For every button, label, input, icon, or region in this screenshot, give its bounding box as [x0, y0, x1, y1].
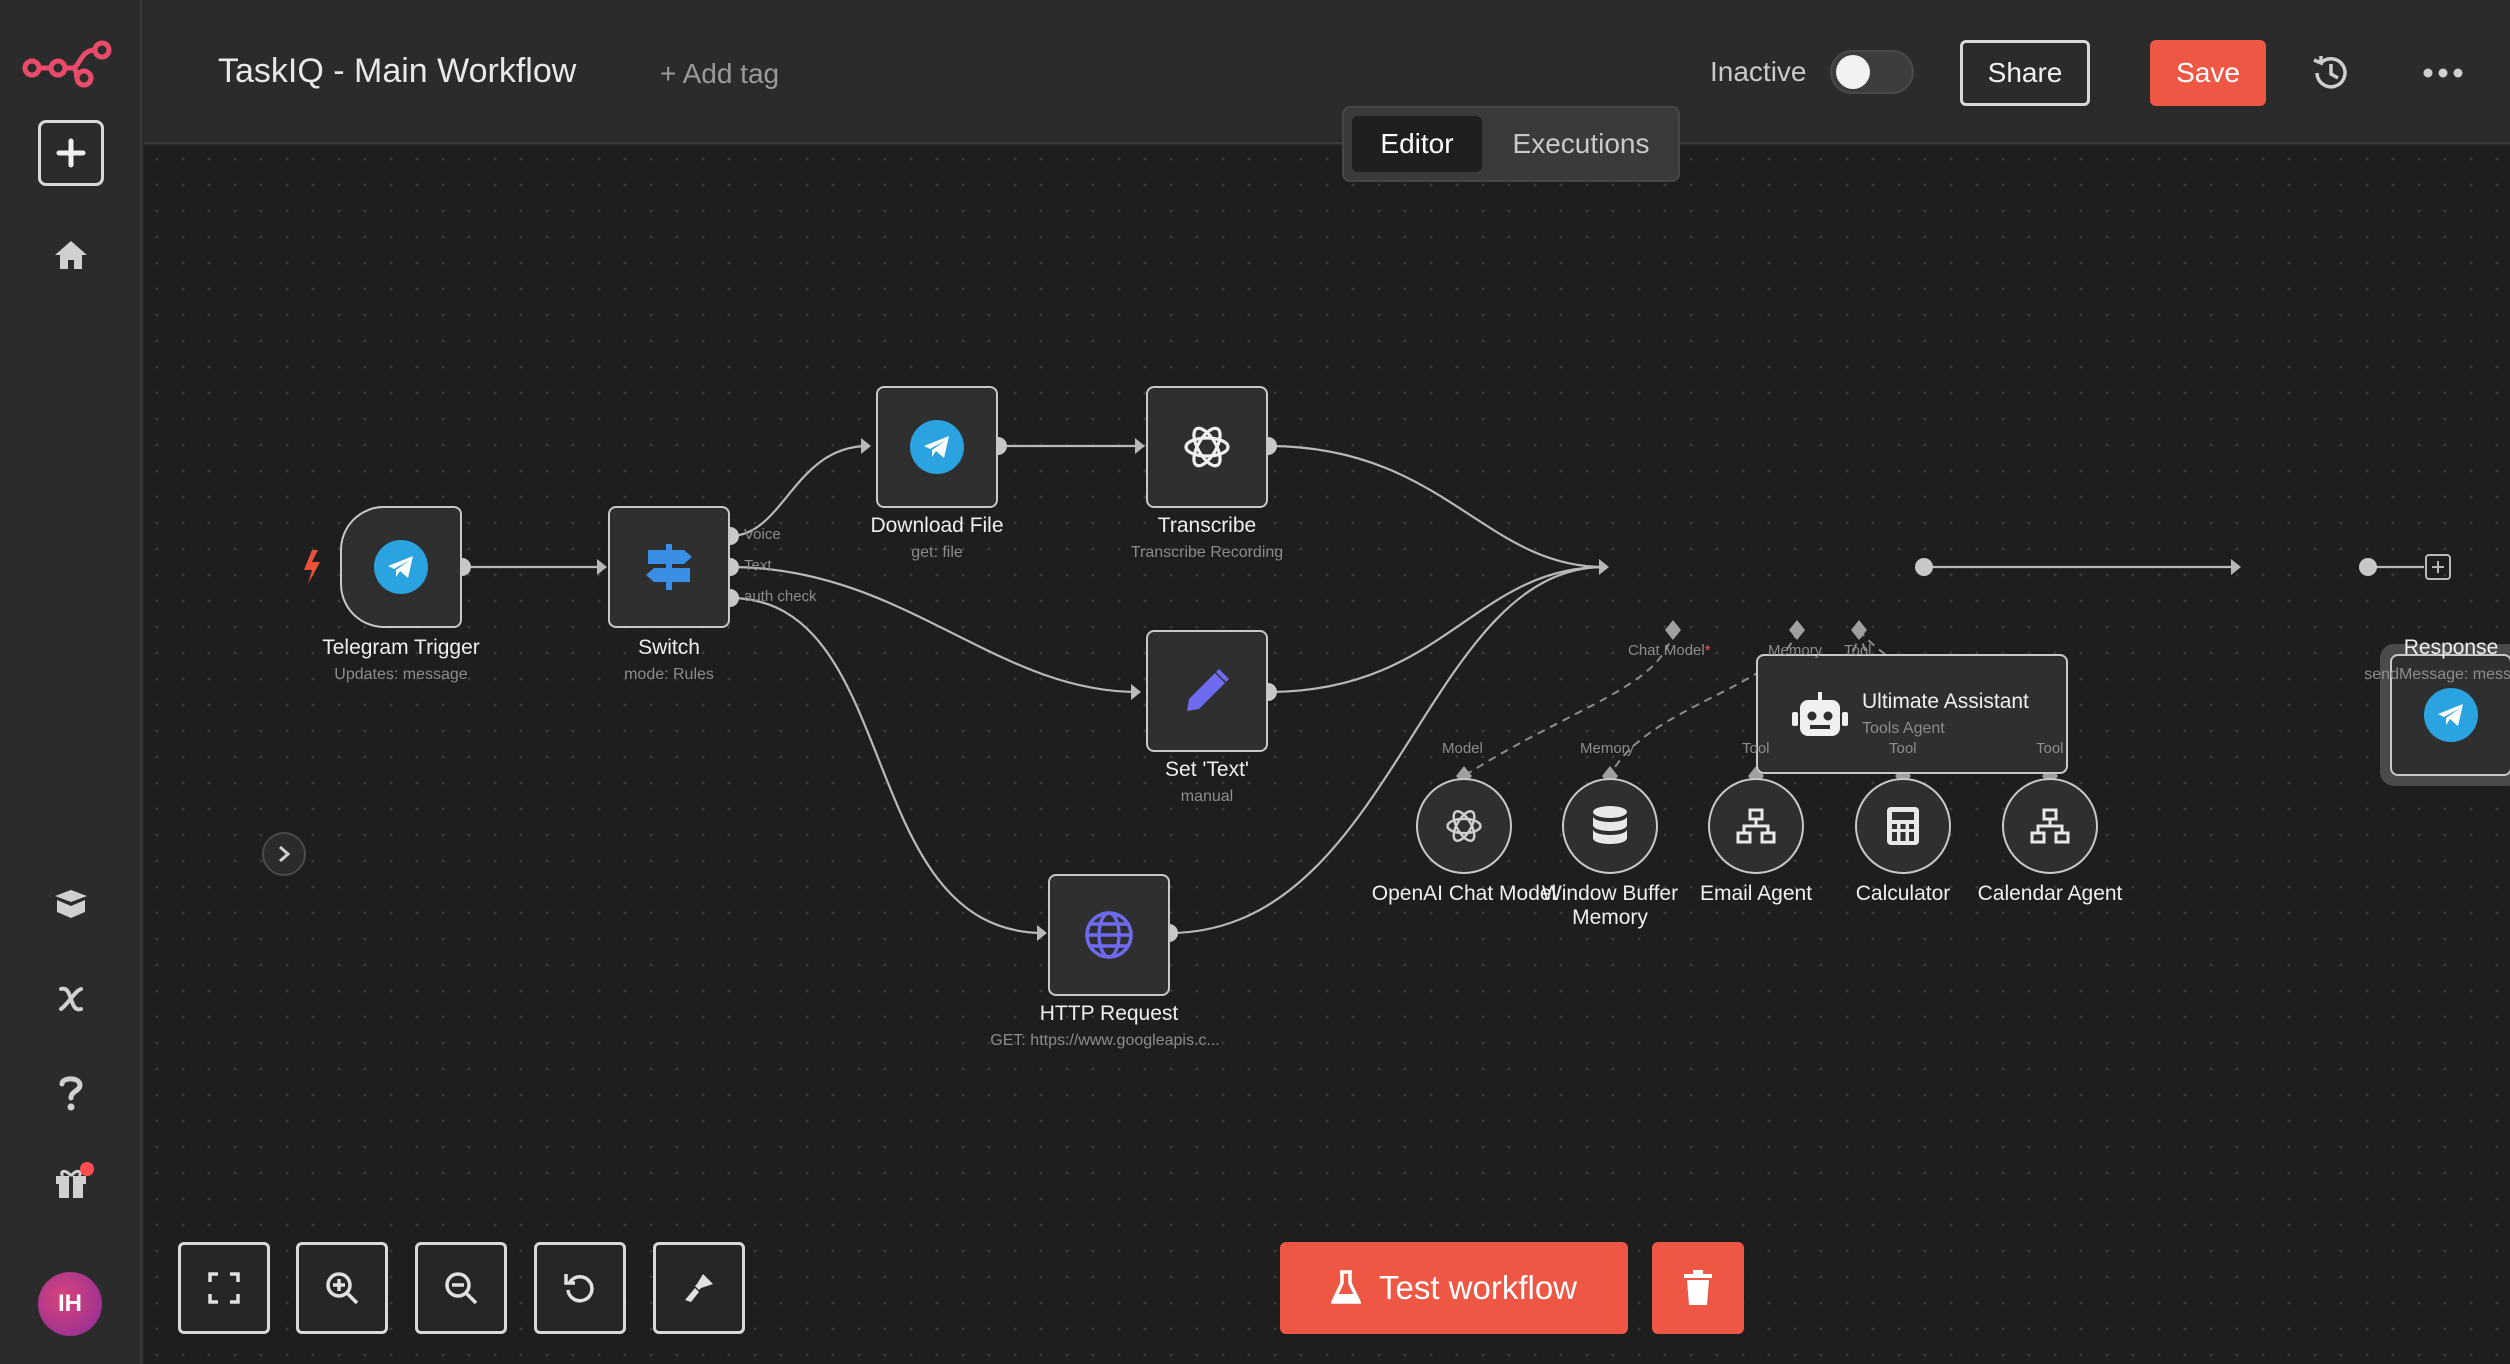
test-workflow-label: Test workflow [1378, 1269, 1578, 1306]
zoom-in-icon [326, 1272, 359, 1305]
telegram-icon [374, 540, 428, 594]
node-label: Email Agent [1699, 882, 1813, 905]
more-options-icon[interactable] [2418, 50, 2468, 96]
zoom-out-icon [445, 1272, 478, 1305]
http-request-node[interactable] [1048, 874, 1170, 996]
view-tabs: Editor Executions [1342, 106, 1680, 182]
node-label: Window Buffer Memory [1541, 882, 1679, 929]
test-workflow-button[interactable]: Test workflow [1280, 1242, 1628, 1334]
history-icon[interactable] [2308, 50, 2354, 96]
header: TaskIQ - Main Workflow + Add tag Inactiv… [144, 0, 2510, 144]
notification-dot [80, 1162, 94, 1176]
fit-view-icon [208, 1272, 240, 1304]
node-subtitle: Tools Agent [1862, 720, 1945, 737]
node-subtitle: Transcribe Recording [1130, 544, 1284, 561]
output-label-text: Text [744, 557, 772, 574]
node-subtitle: get: file [911, 544, 963, 561]
node-label: Set 'Text' [1165, 758, 1249, 781]
tidy-up-button[interactable] [653, 1242, 745, 1334]
output-label-auth-check: auth check [744, 588, 817, 605]
sidebar: IH [0, 0, 142, 1364]
active-toggle[interactable] [1830, 50, 1914, 94]
share-button[interactable]: Share [1960, 40, 2090, 106]
port-label-memory: Memory [1580, 740, 1635, 757]
node-label: Ultimate Assistant [1862, 690, 2029, 713]
output-label-voice: Voice [744, 526, 781, 543]
calendar-agent-node[interactable] [2002, 778, 2098, 874]
reset-zoom-button[interactable] [534, 1242, 626, 1334]
node-label: Download File [870, 514, 1004, 537]
calculator-icon [1887, 807, 1919, 845]
avatar[interactable]: IH [38, 1272, 102, 1336]
node-label: Calendar Agent [1977, 882, 2123, 905]
globe-icon [1085, 911, 1133, 959]
tab-editor[interactable]: Editor [1352, 116, 1482, 172]
active-status-label: Inactive [1710, 56, 1807, 87]
telegram-icon [2424, 688, 2478, 742]
input-label-tool: Tool [1844, 642, 1872, 659]
node-subtitle: manual [1180, 788, 1234, 805]
logo-icon[interactable] [22, 34, 114, 94]
reset-zoom-icon [564, 1274, 594, 1303]
input-label-memory: Memory [1768, 642, 1823, 659]
pencil-icon [1187, 669, 1229, 711]
sitemap-icon [1736, 808, 1776, 844]
transcribe-node[interactable] [1146, 386, 1268, 508]
node-subtitle: sendMessage: message [2364, 666, 2510, 683]
tidy-up-icon [685, 1274, 713, 1302]
gift-icon[interactable] [38, 1150, 104, 1216]
node-label: HTTP Request [1039, 1002, 1179, 1025]
signpost-icon [646, 544, 692, 590]
help-icon[interactable] [38, 1060, 104, 1126]
download-file-node[interactable] [876, 386, 998, 508]
templates-icon[interactable] [38, 870, 104, 936]
node-label: Telegram Trigger [322, 636, 480, 659]
clear-execution-button[interactable] [1652, 1242, 1744, 1334]
database-icon [1593, 806, 1627, 844]
node-subtitle: mode: Rules [624, 666, 714, 683]
telegram-icon [910, 420, 964, 474]
email-agent-node[interactable] [1708, 778, 1804, 874]
set-text-node[interactable] [1146, 630, 1268, 752]
node-subtitle: Updates: message [334, 666, 468, 683]
window-buffer-memory-node[interactable] [1562, 778, 1658, 874]
tab-executions[interactable]: Executions [1496, 116, 1666, 172]
port-label-tool: Tool [1742, 740, 1770, 757]
port-label-model: Model [1442, 740, 1483, 757]
openai-chat-model-node[interactable] [1416, 778, 1512, 874]
home-icon[interactable] [38, 222, 104, 288]
sitemap-icon [2030, 808, 2070, 844]
zoom-in-button[interactable] [296, 1242, 388, 1334]
trash-icon [1684, 1270, 1712, 1305]
calculator-node[interactable] [1855, 778, 1951, 874]
port-label-tool: Tool [1889, 740, 1917, 757]
expand-sidebar-button[interactable] [262, 832, 306, 876]
switch-node[interactable] [608, 506, 730, 628]
flask-icon [1330, 1270, 1361, 1304]
variables-icon[interactable] [38, 966, 104, 1032]
input-label-chat-model: Chat Model* [1628, 642, 1711, 659]
node-subtitle: GET: https://www.googleapis.c... [990, 1032, 1220, 1049]
node-label: Calculator [1855, 882, 1951, 905]
telegram-trigger-node[interactable] [340, 506, 462, 628]
fit-view-button[interactable] [178, 1242, 270, 1334]
save-button[interactable]: Save [2150, 40, 2266, 106]
add-tag-button[interactable]: + Add tag [660, 58, 779, 90]
openai-icon [1446, 810, 1482, 842]
node-label: Response [2403, 636, 2499, 659]
node-label: Switch [638, 636, 700, 659]
robot-icon [1792, 692, 1848, 736]
port-label-tool: Tool [2036, 740, 2064, 757]
zoom-out-button[interactable] [415, 1242, 507, 1334]
connections-layer [304, 437, 2451, 942]
node-label: Transcribe [1157, 514, 1257, 537]
workflow-canvas[interactable]: Telegram Trigger Updates: message Switch… [144, 146, 2510, 1364]
openai-icon [1184, 426, 1230, 468]
add-button[interactable] [38, 120, 104, 186]
workflow-title[interactable]: TaskIQ - Main Workflow [218, 52, 576, 91]
toggle-knob [1836, 55, 1870, 89]
